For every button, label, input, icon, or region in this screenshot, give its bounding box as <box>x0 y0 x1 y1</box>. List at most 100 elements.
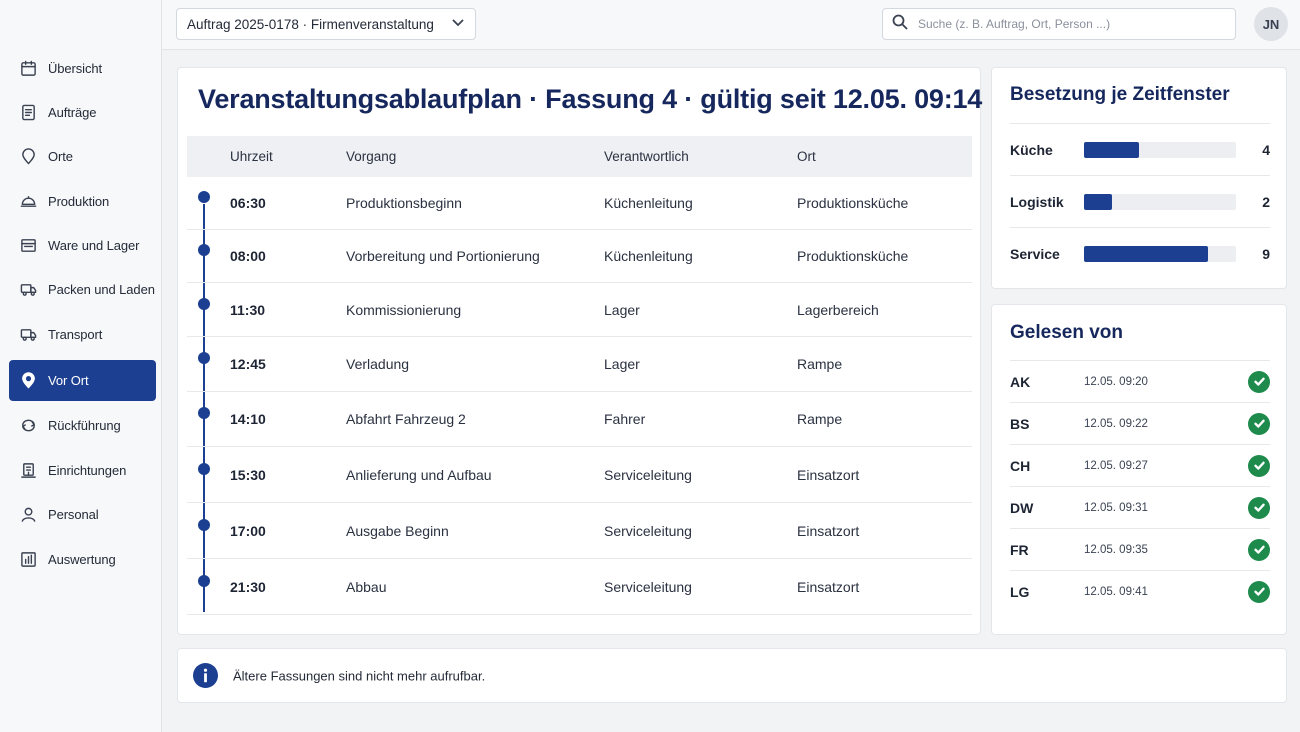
sidebar-item-label: Produktion <box>48 194 110 209</box>
row-owner: Serviceleitung <box>604 522 692 539</box>
sidebar-item-uebersicht[interactable]: Übersicht <box>9 48 156 89</box>
info-notice: Ältere Fassungen sind nicht mehr aufrufb… <box>177 648 1287 703</box>
row-step: Produktionsbeginn <box>346 195 462 211</box>
avatar[interactable]: JN <box>1254 7 1288 41</box>
row-step: Anlieferung und Aufbau <box>346 466 492 483</box>
read-by-title: Gelesen von <box>1010 322 1123 343</box>
row-step: Abfahrt Fahrzeug 2 <box>346 411 466 427</box>
check-icon <box>1248 496 1270 519</box>
sidebar-item-auftraege[interactable]: Aufträge <box>9 92 156 133</box>
read-by-card: Gelesen von AK 12.05. 09:20 BS 12.05. 09… <box>991 304 1287 635</box>
occupancy-bar <box>1084 194 1236 210</box>
timeline-dot <box>198 407 210 419</box>
row-owner: Küchenleitung <box>604 248 693 264</box>
sidebar-item-vor-ort[interactable]: Vor Ort <box>9 360 156 401</box>
occupancy-row: Service 9 <box>1010 227 1270 279</box>
table-row[interactable]: 06:30 Produktionsbeginn Küchenleitung Pr… <box>187 177 972 230</box>
sidebar-item-label: Vor Ort <box>48 373 89 388</box>
table-row[interactable]: 08:00 Vorbereitung und Portionierung Küc… <box>187 230 972 283</box>
sidebar-item-transport[interactable]: Transport <box>9 314 156 355</box>
table-row[interactable]: 11:30 Kommissionierung Lager Lagerbereic… <box>187 283 972 337</box>
row-owner: Lager <box>604 301 640 318</box>
sidebar-item-label: Packen und Laden <box>48 282 155 297</box>
read-timestamp: 12.05. 09:31 <box>1084 501 1148 514</box>
search-input[interactable] <box>918 17 1226 31</box>
read-by-row: BS 12.05. 09:22 <box>1010 402 1270 444</box>
table-row[interactable]: 12:45 Verladung Lager Rampe <box>187 337 972 392</box>
row-step: Verladung <box>346 356 410 372</box>
timeline-dot <box>198 297 210 310</box>
check-icon <box>1248 580 1270 603</box>
table-header: Uhrzeit Vorgang Verantwortlich Ort <box>187 136 972 177</box>
occupancy-label: Küche <box>1010 141 1053 158</box>
read-by-row: LG 12.05. 09:41 <box>1010 570 1270 612</box>
sidebar-item-auswertung[interactable]: Auswertung <box>9 539 156 580</box>
read-timestamp: 12.05. 09:35 <box>1084 543 1148 556</box>
sidebar-item-label: Übersicht <box>48 61 103 76</box>
info-icon <box>193 663 218 688</box>
check-icon <box>1248 454 1270 477</box>
map-pin-icon <box>19 148 37 166</box>
sidebar-item-rueckfuehrung[interactable]: Rückführung <box>9 405 156 446</box>
order-select[interactable]: Auftrag 2025-0178 · Firmenveranstaltung <box>176 8 476 40</box>
read-by-row: AK 12.05. 09:20 <box>1010 360 1270 402</box>
sidebar-item-label: Personal <box>48 507 99 522</box>
read-by-row: FR 12.05. 09:35 <box>1010 528 1270 570</box>
schedule-card: Veranstaltungsablaufplan · Fassung 4 · g… <box>177 67 983 635</box>
search-box <box>882 8 1236 40</box>
reader-initials: CH <box>1010 457 1031 474</box>
row-time: 08:00 <box>230 248 266 264</box>
sidebar-item-packen-und-laden[interactable]: Packen und Laden <box>9 269 156 310</box>
row-place: Rampe <box>797 356 843 372</box>
sidebar-item-orte[interactable]: Orte <box>9 136 156 177</box>
table-row[interactable]: 17:00 Ausgabe Beginn Serviceleitung Eins… <box>187 503 972 559</box>
occupancy-label: Logistik <box>1010 193 1064 210</box>
row-place: Einsatzort <box>797 578 860 595</box>
row-time: 21:30 <box>230 578 266 595</box>
page-title: Veranstaltungsablaufplan · Fassung 4 · g… <box>198 84 983 114</box>
timeline-dot <box>198 352 210 364</box>
sidebar-item-label: Aufträge <box>48 105 97 120</box>
timeline-dot <box>198 518 210 531</box>
occupancy-row: Küche 4 <box>1010 123 1270 175</box>
row-place: Einsatzort <box>797 522 860 539</box>
sidebar-item-ware-und-lager[interactable]: Ware und Lager <box>9 225 156 266</box>
occupancy-count: 2 <box>1262 193 1270 210</box>
topbar: Auftrag 2025-0178 · Firmenveranstaltung … <box>162 0 1300 50</box>
reader-initials: LG <box>1010 583 1030 600</box>
row-place: Einsatzort <box>797 466 860 483</box>
row-place: Produktionsküche <box>797 248 909 264</box>
read-by-row: CH 12.05. 09:27 <box>1010 444 1270 486</box>
timeline-dot <box>198 574 210 587</box>
calendar-icon <box>19 60 37 78</box>
sidebar: Übersicht Aufträge Orte Produktion Ware … <box>0 0 162 732</box>
table-row[interactable]: 15:30 Anlieferung und Aufbau Serviceleit… <box>187 447 972 503</box>
table-row[interactable]: 21:30 Abbau Serviceleitung Einsatzort <box>187 559 972 615</box>
document-icon <box>19 104 37 122</box>
occupancy-row: Logistik 2 <box>1010 175 1270 227</box>
sidebar-item-label: Rückführung <box>48 418 121 433</box>
timeline-dot <box>198 462 210 475</box>
row-time: 15:30 <box>230 466 266 483</box>
row-time: 12:45 <box>230 356 266 372</box>
occupancy-label: Service <box>1010 245 1060 262</box>
occupancy-bar <box>1084 246 1236 262</box>
row-owner: Fahrer <box>604 411 646 427</box>
occupancy-bar-fill <box>1084 194 1112 210</box>
table-row[interactable]: 14:10 Abfahrt Fahrzeug 2 Fahrer Rampe <box>187 392 972 447</box>
row-step: Vorbereitung und Portionierung <box>346 248 540 264</box>
check-icon <box>1248 412 1270 435</box>
row-time: 06:30 <box>230 195 266 211</box>
sidebar-item-produktion[interactable]: Produktion <box>9 181 156 222</box>
sidebar-item-personal[interactable]: Personal <box>9 494 156 535</box>
row-step: Ausgabe Beginn <box>346 522 449 539</box>
sidebar-item-label: Ware und Lager <box>48 238 140 253</box>
sidebar-item-einrichtungen[interactable]: Einrichtungen <box>9 450 156 491</box>
building-icon <box>19 462 37 480</box>
column-header-step: Vorgang <box>346 149 397 164</box>
row-owner: Serviceleitung <box>604 466 692 483</box>
row-owner: Küchenleitung <box>604 195 693 211</box>
sidebar-item-label: Orte <box>48 149 73 164</box>
notice-text: Ältere Fassungen sind nicht mehr aufrufb… <box>233 668 486 683</box>
order-select-value: Auftrag 2025-0178 · Firmenveranstaltung <box>187 16 434 32</box>
